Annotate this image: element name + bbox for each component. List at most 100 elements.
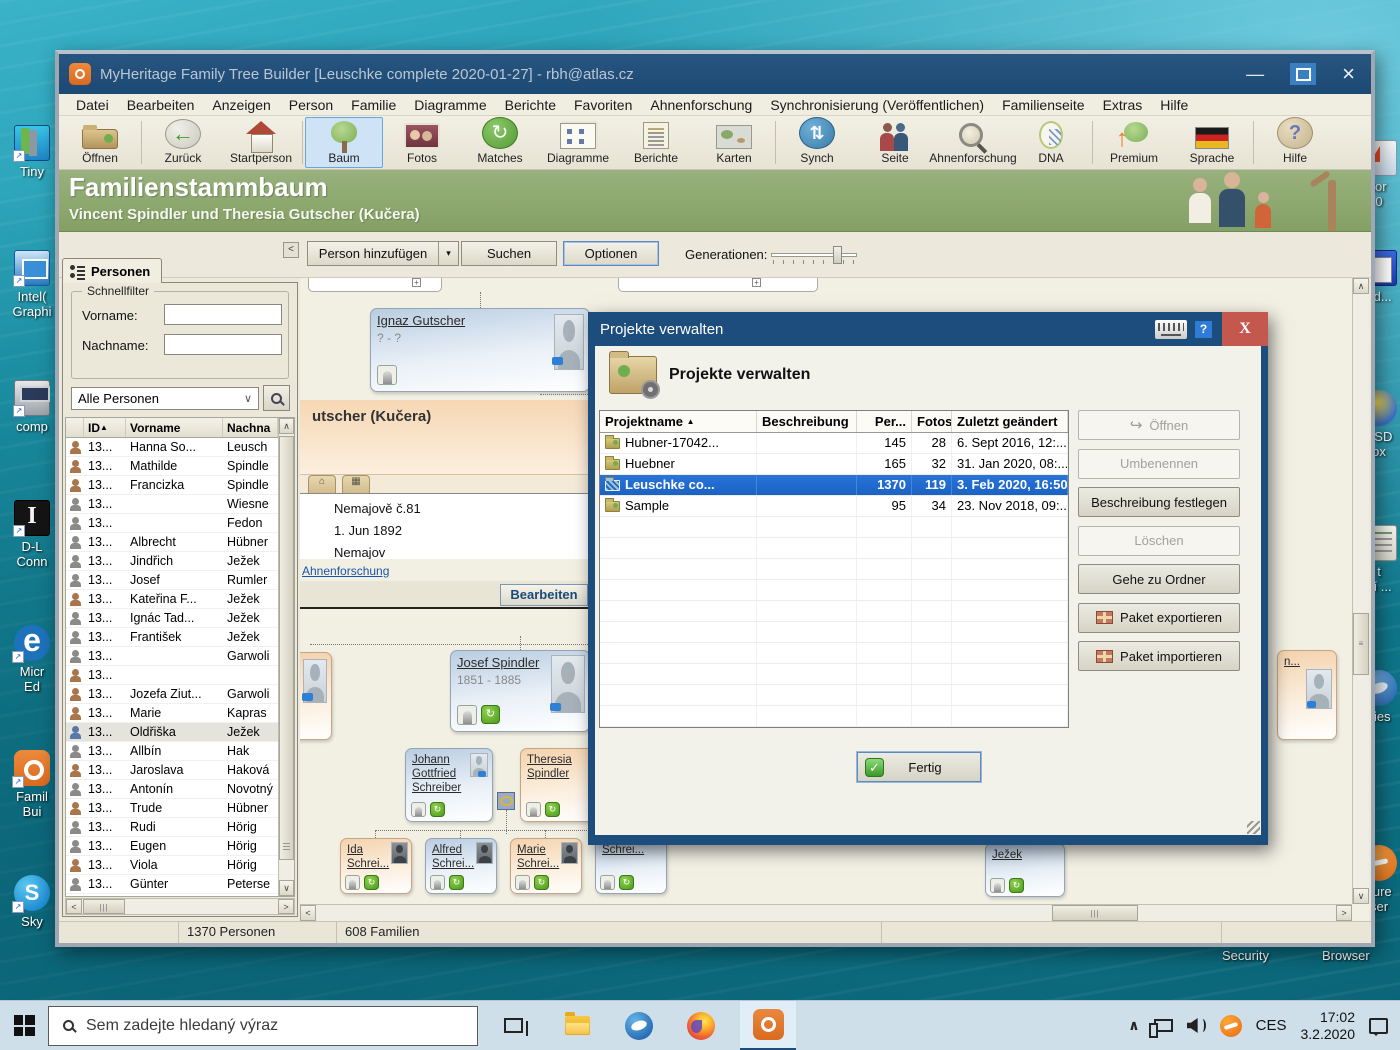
ahnenforschung-link[interactable]: Ahnenforschung bbox=[302, 564, 389, 578]
person-row[interactable]: 13...MathildeSpindle bbox=[66, 457, 278, 476]
toolbar-fotos[interactable]: Fotos bbox=[383, 117, 461, 168]
person-box-partial-right[interactable]: n... bbox=[1277, 650, 1337, 740]
person-row[interactable]: 13...Fedon bbox=[66, 514, 278, 533]
toolbar-matches[interactable]: Matches bbox=[461, 117, 539, 168]
dialog-title-bar[interactable]: Projekte verwalten ? X bbox=[588, 312, 1268, 346]
column-nachname[interactable]: Nachna bbox=[223, 418, 278, 437]
menu-item-berichte[interactable]: Berichte bbox=[496, 97, 565, 113]
dialog-button-ffnen[interactable]: Öffnen bbox=[1078, 410, 1240, 440]
person-row[interactable]: 13...Hanna So...Leusch bbox=[66, 438, 278, 457]
avast-icon[interactable] bbox=[1220, 1015, 1242, 1037]
person-filter-dropdown[interactable]: Alle Personen ∨ bbox=[71, 387, 259, 410]
toolbar-berichte[interactable]: Berichte bbox=[617, 117, 695, 168]
marriage-icon[interactable] bbox=[497, 792, 515, 810]
desktop-icon-micr-ed[interactable]: Micr Ed bbox=[4, 625, 60, 694]
person-box-partial-left[interactable] bbox=[300, 652, 332, 740]
menu-item-hilfe[interactable]: Hilfe bbox=[1151, 97, 1197, 113]
scroll-left-button[interactable]: < bbox=[300, 905, 316, 921]
network-icon[interactable] bbox=[1154, 1019, 1173, 1032]
menu-item-familienseite[interactable]: Familienseite bbox=[993, 97, 1093, 113]
scroll-up-button[interactable]: ∧ bbox=[1353, 278, 1369, 294]
person-box-ida-schreiber[interactable]: Ida Schrei... bbox=[340, 838, 412, 894]
search-button[interactable]: Suchen bbox=[461, 241, 557, 266]
dialog-button-l-schen[interactable]: Löschen bbox=[1078, 526, 1240, 556]
scrollbar-thumb[interactable]: ≡ bbox=[1353, 613, 1369, 675]
person-name-link[interactable]: Ignaz Gutscher bbox=[377, 313, 583, 329]
file-explorer-button[interactable] bbox=[554, 1001, 600, 1050]
person-name-link[interactable]: Marie Schrei... bbox=[517, 843, 561, 871]
project-row-leuschke-co[interactable]: Leuschke co...13701193. Feb 2020, 16:50 bbox=[600, 475, 1068, 496]
column-id[interactable]: ID▲ bbox=[84, 418, 126, 437]
firefox-button[interactable] bbox=[678, 1001, 724, 1050]
menu-item-favoriten[interactable]: Favoriten bbox=[565, 97, 641, 113]
desktop-icon-d-l-conn[interactable]: D-L Conn bbox=[4, 500, 60, 569]
menu-item-extras[interactable]: Extras bbox=[1094, 97, 1152, 113]
speaker-icon[interactable] bbox=[1187, 1018, 1206, 1033]
person-row[interactable]: 13...JindřichJežek bbox=[66, 552, 278, 571]
maximize-button[interactable] bbox=[1290, 63, 1316, 85]
dialog-button-gehe-zu-ordner[interactable]: Gehe zu Ordner bbox=[1078, 564, 1240, 594]
start-button[interactable] bbox=[0, 1001, 48, 1050]
partial-person-box[interactable] bbox=[308, 278, 442, 292]
myheritage-taskbar-button[interactable] bbox=[740, 1001, 796, 1050]
person-row[interactable]: 13...GünterPeterse bbox=[66, 875, 278, 894]
person-name-link[interactable]: n... bbox=[1284, 655, 1330, 669]
scroll-down-button[interactable]: ∨ bbox=[279, 880, 294, 896]
person-box-alfred-schreiber[interactable]: Alfred Schrei... bbox=[425, 838, 497, 894]
toolbar-diagramme[interactable]: Diagramme bbox=[539, 117, 617, 168]
person-box-josef-spindler[interactable]: Josef Spindler 1851 - 1885 bbox=[450, 650, 590, 732]
menu-item-familie[interactable]: Familie bbox=[342, 97, 405, 113]
person-row[interactable]: 13...Jozefa Ziut...Garwoli bbox=[66, 685, 278, 704]
person-name-link[interactable]: Johann Gottfried Schreiber bbox=[412, 753, 464, 795]
minimize-button[interactable]: — bbox=[1246, 64, 1264, 85]
person-row[interactable]: 13...Ignác Tad...Ježek bbox=[66, 609, 278, 628]
dialog-button-paket-importieren[interactable]: Paket importieren bbox=[1078, 641, 1240, 671]
tree-horizontal-scrollbar[interactable]: < ||| > bbox=[300, 904, 1352, 921]
toolbar-zur-ck[interactable]: Zurück bbox=[144, 117, 222, 168]
person-list-hscrollbar[interactable]: < ||| > bbox=[65, 898, 295, 915]
person-row[interactable]: 13...FrancizkaSpindle bbox=[66, 476, 278, 495]
person-row[interactable]: 13...RudiHörig bbox=[66, 818, 278, 837]
keyboard-language[interactable]: CES bbox=[1256, 1017, 1287, 1034]
add-person-button[interactable]: Person hinzufügen ▾ bbox=[307, 241, 459, 266]
column-personen[interactable]: Per... bbox=[857, 411, 912, 432]
person-row[interactable]: 13...OldřiškaJežek bbox=[66, 723, 278, 742]
generations-slider-thumb[interactable] bbox=[833, 246, 842, 264]
partial-person-box[interactable] bbox=[618, 278, 818, 292]
taskbar-search-input[interactable]: Sem zadejte hledaný výraz bbox=[48, 1006, 478, 1046]
menu-item-diagramme[interactable]: Diagramme bbox=[405, 97, 495, 113]
person-row[interactable]: 13...TrudeHübner bbox=[66, 799, 278, 818]
menu-item-bearbeiten[interactable]: Bearbeiten bbox=[118, 97, 204, 113]
scroll-down-button[interactable]: ∨ bbox=[1353, 888, 1369, 904]
scroll-left-button[interactable]: < bbox=[66, 899, 82, 914]
dialog-button-beschreibung-festlegen[interactable]: Beschreibung festlegen bbox=[1078, 487, 1240, 517]
scrollbar-thumb[interactable]: ||| bbox=[1052, 905, 1138, 921]
toolbar-dna[interactable]: DNA bbox=[1012, 117, 1090, 168]
person-row[interactable]: 13...AlbrechtHübner bbox=[66, 533, 278, 552]
tree-vertical-scrollbar[interactable]: ∧ ≡ ∨ bbox=[1352, 278, 1369, 904]
help-icon[interactable]: ? bbox=[1195, 321, 1212, 338]
menu-item-datei[interactable]: Datei bbox=[67, 97, 118, 113]
person-row[interactable]: 13...FrantišekJežek bbox=[66, 628, 278, 647]
hscrollbar-thumb[interactable]: ||| bbox=[83, 899, 125, 914]
clock[interactable]: 17:02 3.2.2020 bbox=[1301, 1009, 1356, 1043]
sidebar-collapse-button[interactable]: < bbox=[283, 242, 299, 258]
desktop-icon-intel-graphi[interactable]: Intel( Graphi bbox=[4, 250, 60, 319]
toolbar-startperson[interactable]: Startperson bbox=[222, 117, 300, 168]
tab-events-icon[interactable]: ▦ bbox=[342, 475, 370, 493]
person-box-jezek[interactable]: Ježek bbox=[985, 843, 1065, 897]
menu-item-person[interactable]: Person bbox=[280, 97, 342, 113]
person-box-ignaz-gutscher[interactable]: Ignaz Gutscher ? - ? bbox=[370, 308, 590, 392]
task-view-button[interactable] bbox=[490, 1001, 536, 1050]
person-name-link[interactable]: Ježek bbox=[992, 848, 1058, 862]
person-name-link[interactable]: Alfred Schrei... bbox=[432, 843, 476, 871]
person-name-link[interactable]: Schrei... bbox=[602, 843, 650, 857]
keyboard-icon[interactable] bbox=[1155, 320, 1187, 339]
scrollbar-thumb[interactable] bbox=[279, 436, 294, 860]
person-row[interactable]: 13...MartinPeterse bbox=[66, 894, 278, 896]
person-row[interactable]: 13... bbox=[66, 666, 278, 685]
person-name-link[interactable]: Theresia Spindler bbox=[527, 753, 587, 781]
person-row[interactable]: 13...Garwoli bbox=[66, 647, 278, 666]
menu-item-ahnenforschung[interactable]: Ahnenforschung bbox=[641, 97, 761, 113]
column-vorname[interactable]: Vorname bbox=[126, 418, 223, 437]
